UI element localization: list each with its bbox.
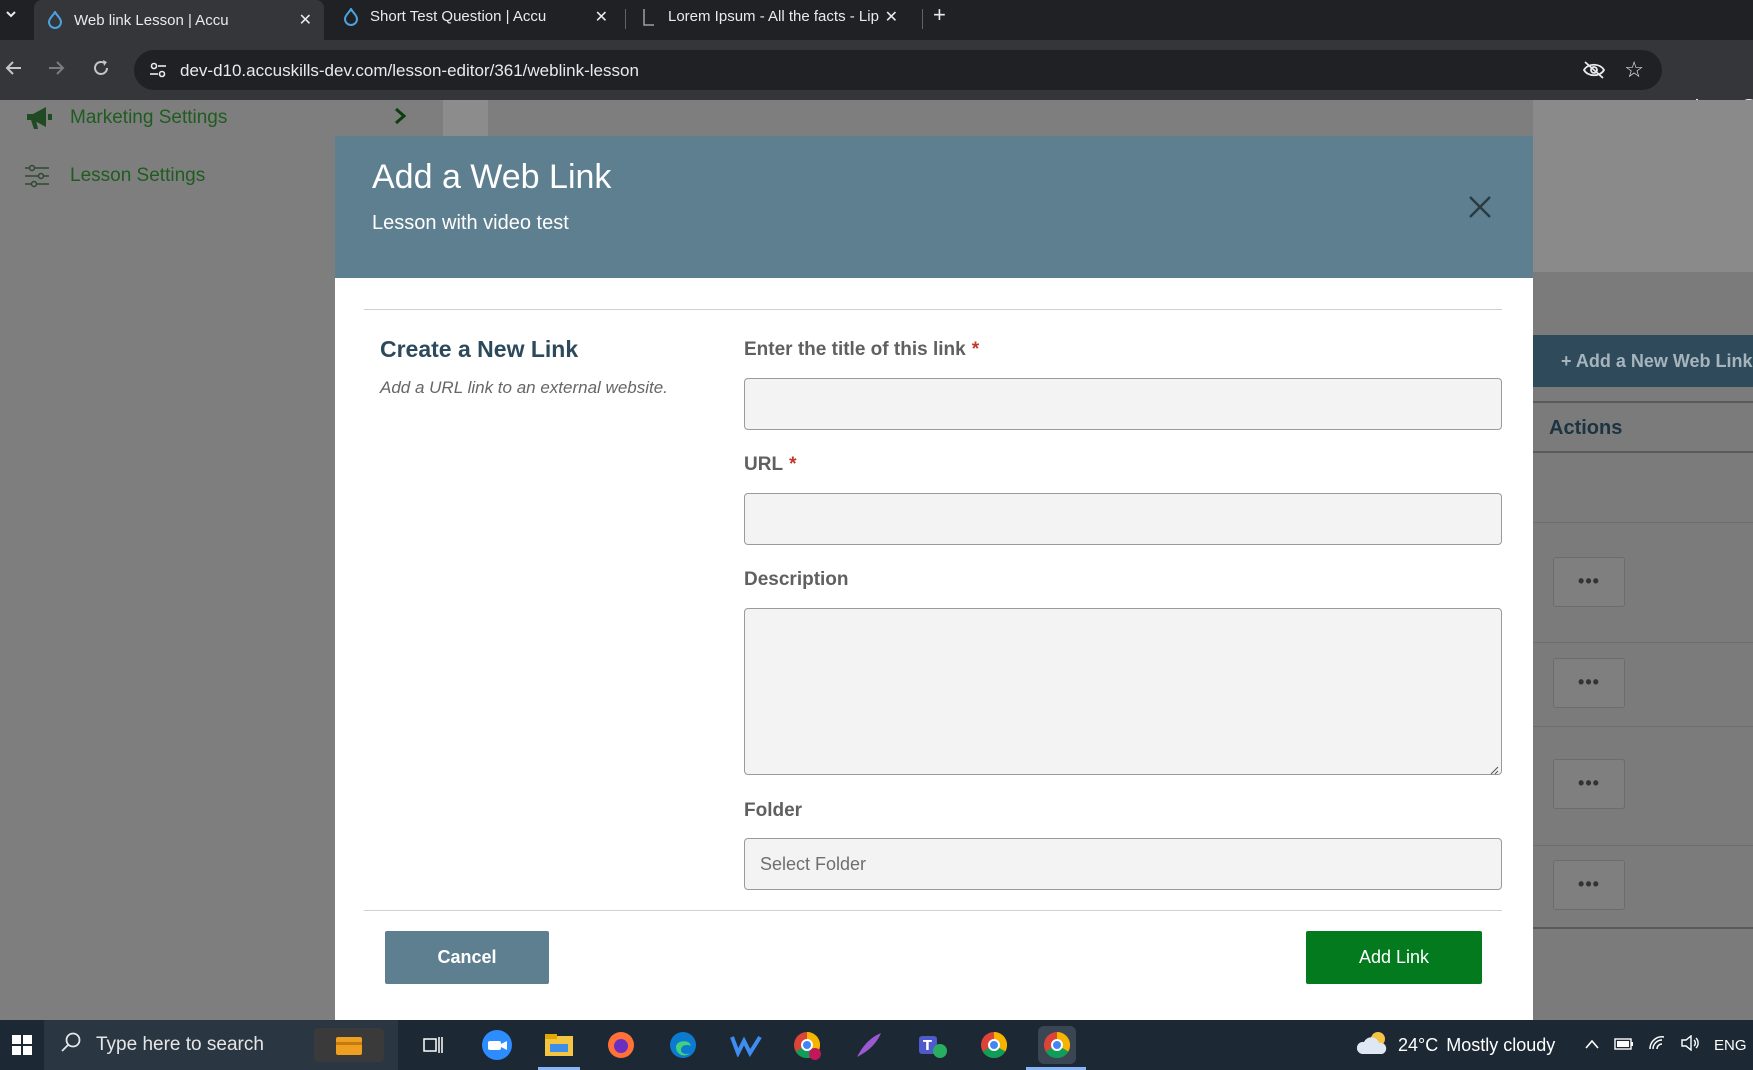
table-bottom-border: [1533, 927, 1753, 929]
search-placeholder: Type here to search: [96, 1034, 264, 1055]
windows-start-icon[interactable]: [0, 1020, 44, 1070]
w-app-icon[interactable]: [727, 1026, 765, 1064]
edge-icon[interactable]: [664, 1026, 702, 1064]
firefox-icon[interactable]: [602, 1026, 640, 1064]
page-icon: [640, 8, 658, 26]
url-text[interactable]: dev-d10.accuskills-dev.com/lesson-editor…: [180, 61, 639, 81]
chrome-profile-icon[interactable]: [788, 1026, 826, 1064]
description-field-label: Description: [744, 569, 849, 590]
battery-icon[interactable]: [1614, 1037, 1634, 1054]
close-tab-icon[interactable]: ✕: [885, 7, 898, 27]
new-tab-button[interactable]: +: [933, 2, 946, 28]
feather-app-icon[interactable]: [850, 1026, 888, 1064]
search-icon: [60, 1031, 82, 1059]
teams-icon[interactable]: T: [913, 1026, 951, 1064]
browser-tab-bar: Web link Lesson | Accu ✕ Short Test Ques…: [0, 0, 1753, 40]
sidebar-item-marketing-settings[interactable]: Marketing Settings: [24, 104, 227, 132]
close-tab-icon[interactable]: ✕: [299, 10, 312, 30]
sidebar-item-lesson-settings[interactable]: Lesson Settings: [24, 162, 205, 190]
chevron-right-icon[interactable]: [393, 106, 407, 132]
url-field-label: URL *: [744, 454, 797, 475]
wifi-icon[interactable]: [1648, 1035, 1666, 1055]
row-divider: [1533, 726, 1753, 727]
svg-text:T: T: [923, 1039, 932, 1054]
top-divider: [364, 309, 1502, 310]
zoom-app-icon[interactable]: [478, 1026, 516, 1064]
row-actions-menu-button[interactable]: •••: [1553, 860, 1625, 910]
news-widget-icon[interactable]: [314, 1028, 384, 1062]
actions-column-header: Actions: [1533, 401, 1753, 453]
modal-title: Add a Web Link: [372, 158, 612, 196]
windows-taskbar: Type here to search T 24°C Mostly cloudy…: [0, 1020, 1753, 1070]
weather-temperature: 24°C: [1398, 1034, 1439, 1055]
row-actions-menu-button[interactable]: •••: [1553, 658, 1625, 708]
cloud-icon: [1356, 1030, 1390, 1061]
section-title: Create a New Link: [380, 336, 579, 362]
browser-toolbar: dev-d10.accuskills-dev.com/lesson-editor…: [0, 40, 1753, 119]
required-marker: *: [789, 454, 797, 475]
address-bar[interactable]: dev-d10.accuskills-dev.com/lesson-editor…: [134, 50, 1662, 90]
bookmark-star-icon[interactable]: ☆: [1624, 57, 1644, 83]
volume-icon[interactable]: [1680, 1034, 1700, 1055]
description-textarea[interactable]: [744, 608, 1502, 775]
section-description: Add a URL link to an external website.: [380, 378, 668, 397]
megaphone-icon: [24, 104, 56, 132]
close-icon[interactable]: [1465, 192, 1495, 222]
system-tray: ENG: [1584, 1020, 1753, 1070]
tab-short-test-question[interactable]: Short Test Question | Accu ✕: [330, 0, 620, 33]
weather-condition: Mostly cloudy: [1446, 1034, 1556, 1055]
chrome-icon[interactable]: [975, 1026, 1013, 1064]
required-marker: *: [971, 339, 980, 360]
row-divider: [1533, 522, 1753, 523]
eye-off-icon[interactable]: [1582, 60, 1606, 85]
tab-separator: [922, 9, 923, 29]
sidebar-item-label: Marketing Settings: [70, 107, 228, 128]
modal-subtitle: Lesson with video test: [372, 212, 569, 234]
modal-header: Add a Web Link Lesson with video test: [335, 136, 1533, 278]
add-web-link-modal: Add a Web Link Lesson with video test Cr…: [335, 136, 1533, 1020]
tab-list-chevron-icon[interactable]: [4, 7, 18, 24]
close-tab-icon[interactable]: ✕: [595, 7, 608, 27]
tab-title: Web link Lesson | Accu: [74, 11, 229, 29]
reload-icon[interactable]: [91, 58, 111, 84]
link-title-input[interactable]: [744, 378, 1502, 430]
title-field-label: Enter the title of this link *: [744, 339, 980, 360]
tab-web-link-lesson[interactable]: Web link Lesson | Accu ✕: [34, 0, 324, 40]
chevron-up-icon[interactable]: [1584, 1037, 1600, 1054]
tab-title: Short Test Question | Accu: [370, 8, 547, 25]
row-divider: [1533, 845, 1753, 846]
sidebar-item-label: Lesson Settings: [70, 165, 206, 186]
add-link-button[interactable]: Add Link: [1306, 931, 1482, 984]
drupal-icon: [342, 7, 360, 26]
weather-widget[interactable]: 24°C Mostly cloudy: [1356, 1020, 1555, 1070]
site-info-icon[interactable]: [148, 60, 168, 85]
drupal-icon: [46, 11, 64, 29]
cancel-button[interactable]: Cancel: [385, 931, 549, 984]
add-new-web-link-button[interactable]: + Add a New Web Link: [1533, 335, 1753, 387]
back-icon[interactable]: [4, 58, 24, 84]
tab-title: Lorem Ipsum - All the facts - Lip: [668, 8, 879, 25]
task-view-icon[interactable]: [414, 1026, 452, 1064]
footer-divider: [364, 910, 1502, 911]
chrome-active-icon[interactable]: [1038, 1026, 1076, 1064]
tab-separator: [625, 9, 626, 29]
row-divider: [1533, 642, 1753, 643]
resize-handle-icon[interactable]: [1489, 762, 1499, 775]
url-input[interactable]: [744, 493, 1502, 545]
sliders-icon: [24, 162, 56, 190]
forward-icon[interactable]: [46, 58, 66, 84]
tab-lorem-ipsum[interactable]: Lorem Ipsum - All the facts - Lip ✕: [628, 0, 918, 33]
file-explorer-icon[interactable]: [540, 1026, 578, 1064]
content-strip: [443, 100, 488, 140]
taskbar-search[interactable]: Type here to search: [44, 1020, 398, 1070]
folder-field-label: Folder: [744, 800, 803, 821]
folder-select[interactable]: Select Folder: [744, 838, 1502, 890]
language-indicator[interactable]: ENG: [1714, 1037, 1747, 1054]
row-actions-menu-button[interactable]: •••: [1553, 557, 1625, 607]
panel-header-area: [1533, 100, 1753, 272]
web-links-panel: + Add a New Web Link Actions ••• ••• •••…: [1533, 100, 1753, 1020]
row-actions-menu-button[interactable]: •••: [1553, 759, 1625, 809]
